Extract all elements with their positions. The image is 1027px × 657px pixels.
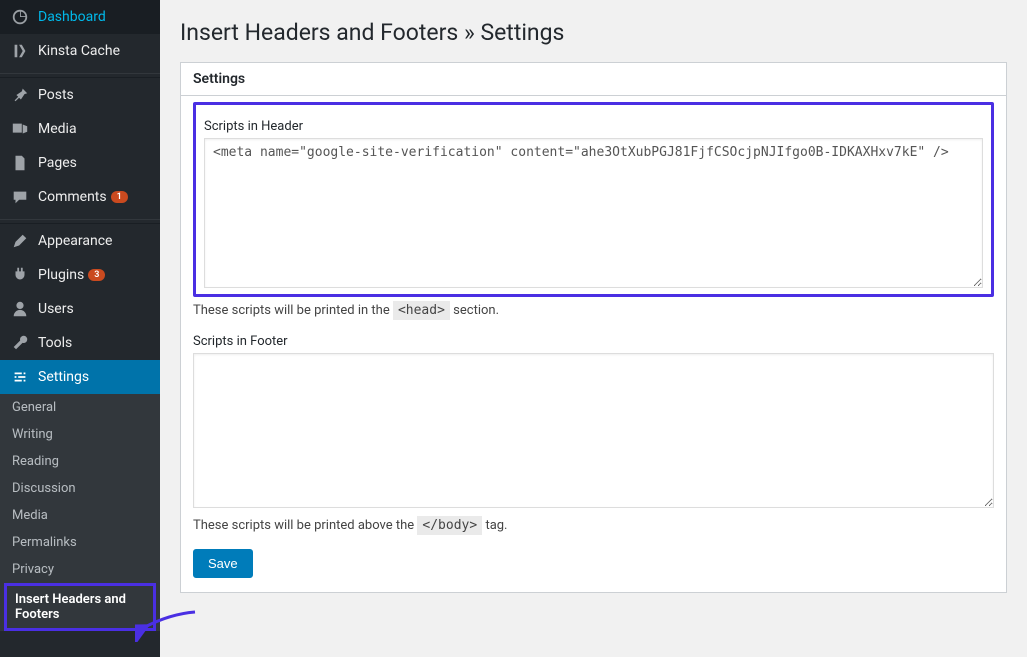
- pin-icon: [10, 85, 30, 105]
- helper-prefix: These scripts will be printed above the: [193, 518, 417, 533]
- panel-title: Settings: [181, 63, 1006, 96]
- footer-helper-text: These scripts will be printed above the …: [193, 518, 994, 533]
- settings-icon: [10, 367, 30, 387]
- sidebar-item-posts[interactable]: Posts: [0, 78, 160, 112]
- submenu-item-media[interactable]: Media: [0, 502, 160, 529]
- settings-panel: Settings Scripts in Header These scripts…: [180, 62, 1007, 593]
- sidebar-item-appearance[interactable]: Appearance: [0, 224, 160, 258]
- plugins-icon: [10, 265, 30, 285]
- sidebar-label: Users: [38, 301, 74, 317]
- submenu-item-permalinks[interactable]: Permalinks: [0, 529, 160, 556]
- submenu-item-privacy[interactable]: Privacy: [0, 556, 160, 583]
- submenu-item-reading[interactable]: Reading: [0, 448, 160, 475]
- scripts-in-footer-label: Scripts in Footer: [193, 334, 994, 349]
- dashboard-icon: [10, 7, 30, 27]
- sidebar-label: Dashboard: [38, 9, 106, 25]
- users-icon: [10, 299, 30, 319]
- sidebar-item-comments[interactable]: Comments 1: [0, 180, 160, 214]
- sidebar-label: Settings: [38, 369, 89, 385]
- sidebar-label: Pages: [38, 155, 77, 171]
- header-highlight-box: Scripts in Header: [193, 102, 994, 297]
- sidebar-label: Plugins: [38, 267, 84, 283]
- admin-sidebar: Dashboard Kinsta Cache Posts Media Pages…: [0, 0, 160, 657]
- kinsta-icon: [10, 41, 30, 61]
- sidebar-label: Posts: [38, 87, 74, 103]
- sidebar-label: Kinsta Cache: [38, 43, 120, 59]
- submenu-item-discussion[interactable]: Discussion: [0, 475, 160, 502]
- panel-body: Scripts in Header These scripts will be …: [181, 96, 1006, 592]
- sidebar-item-pages[interactable]: Pages: [0, 146, 160, 180]
- sidebar-item-settings[interactable]: Settings: [0, 360, 160, 394]
- helper-suffix: section.: [453, 303, 499, 318]
- body-code: </body>: [417, 516, 482, 535]
- sidebar-item-plugins[interactable]: Plugins 3: [0, 258, 160, 292]
- media-icon: [10, 119, 30, 139]
- scripts-in-footer-textarea[interactable]: [193, 353, 994, 508]
- scripts-in-header-label: Scripts in Header: [204, 119, 983, 134]
- settings-submenu: General Writing Reading Discussion Media…: [0, 394, 160, 631]
- sidebar-item-dashboard[interactable]: Dashboard: [0, 0, 160, 34]
- sidebar-item-users[interactable]: Users: [0, 292, 160, 326]
- comments-badge: 1: [111, 191, 128, 203]
- header-helper-text: These scripts will be printed in the <he…: [193, 303, 994, 318]
- appearance-icon: [10, 231, 30, 251]
- helper-prefix: These scripts will be printed in the: [193, 303, 393, 318]
- head-code: <head>: [393, 301, 450, 320]
- plugins-badge: 3: [88, 269, 105, 281]
- submenu-item-writing[interactable]: Writing: [0, 421, 160, 448]
- sidebar-item-kinsta-cache[interactable]: Kinsta Cache: [0, 34, 160, 68]
- sidebar-item-tools[interactable]: Tools: [0, 326, 160, 360]
- scripts-in-header-textarea[interactable]: [204, 138, 983, 288]
- submenu-item-insert-headers-footers[interactable]: Insert Headers and Footers: [4, 583, 156, 631]
- save-button[interactable]: Save: [193, 549, 253, 578]
- comments-icon: [10, 187, 30, 207]
- sidebar-label: Comments: [38, 189, 107, 205]
- sidebar-label: Tools: [38, 335, 72, 351]
- main-content: Insert Headers and Footers » Settings Se…: [160, 0, 1027, 657]
- sidebar-label: Media: [38, 121, 77, 137]
- submenu-item-general[interactable]: General: [0, 394, 160, 421]
- tools-icon: [10, 333, 30, 353]
- sidebar-item-media[interactable]: Media: [0, 112, 160, 146]
- helper-suffix: tag.: [485, 518, 507, 533]
- sidebar-label: Appearance: [38, 233, 112, 249]
- pages-icon: [10, 153, 30, 173]
- page-title: Insert Headers and Footers » Settings: [180, 10, 1007, 50]
